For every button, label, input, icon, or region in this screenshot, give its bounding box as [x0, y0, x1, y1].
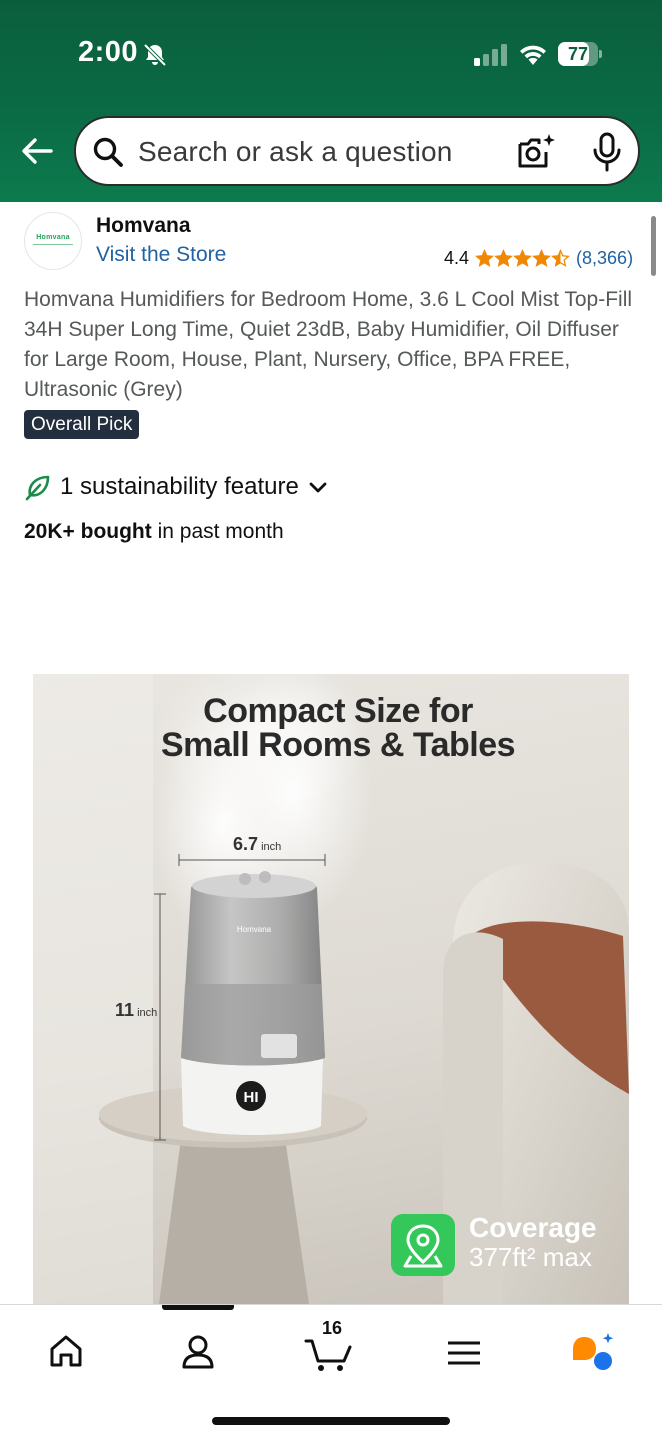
svg-text:Homvana: Homvana [237, 925, 272, 934]
star-icon [532, 248, 551, 267]
cellular-signal-icon [474, 44, 507, 66]
height-unit: inch [134, 1007, 158, 1019]
bought-in-past-month: 20K+ bought in past month [24, 520, 284, 544]
brand-logo-text: Homvana [36, 234, 70, 241]
image-headline-line-1: Compact Size for [203, 692, 473, 730]
camera-icon[interactable] [516, 132, 556, 172]
sustainability-toggle[interactable]: 1 sustainability feature [24, 470, 329, 504]
microphone-icon[interactable] [592, 132, 622, 172]
height-dimension-label: 11 inch [115, 1000, 157, 1021]
height-value: 11 [115, 1000, 135, 1020]
bought-count: 20K+ bought [24, 520, 152, 543]
product-title: Homvana Humidifiers for Bedroom Home, 3.… [24, 288, 633, 401]
chevron-down-icon [309, 482, 327, 493]
bell-off-icon [143, 43, 167, 67]
rufus-assistant-icon[interactable] [564, 1327, 620, 1377]
home-indicator [212, 1417, 450, 1425]
width-unit: inch [258, 841, 282, 853]
coverage-title: Coverage [469, 1212, 597, 1243]
image-headline-line-2: Small Rooms & Tables [160, 726, 516, 764]
product-image-scene: HI Homvana [33, 674, 629, 1304]
active-tab-indicator [162, 1305, 234, 1310]
battery-percent: 77 [567, 44, 589, 64]
leaf-icon [25, 475, 50, 501]
star-icon [475, 248, 494, 267]
svg-text:HI: HI [244, 1089, 259, 1106]
app-header: 2:00 77 Search or ask a question [0, 0, 662, 202]
search-icon [93, 137, 123, 167]
account-icon[interactable] [170, 1327, 226, 1377]
width-value: 6.7 [233, 834, 259, 854]
visit-store-link[interactable]: Visit the Store [96, 243, 226, 267]
search-bar[interactable]: Search or ask a question [74, 116, 640, 186]
search-input[interactable]: Search or ask a question [138, 136, 453, 168]
cart-count-badge: 16 [322, 1318, 343, 1338]
review-count-link[interactable]: (8,366) [576, 248, 633, 269]
status-time: 2:00 [78, 36, 139, 68]
coverage-value: 377ft² max [469, 1242, 592, 1272]
coverage-badge [391, 1214, 455, 1276]
width-dimension-label: 6.7 inch [233, 834, 281, 855]
battery-icon: 77 [558, 42, 602, 66]
menu-icon[interactable] [436, 1327, 492, 1377]
rating-summary[interactable]: 4.4 (8,366) [444, 246, 633, 270]
rating-stars [475, 248, 570, 268]
star-icon [551, 248, 570, 267]
wifi-icon [520, 45, 546, 65]
brand-logo[interactable]: Homvana [24, 212, 82, 270]
rating-value: 4.4 [444, 247, 470, 268]
back-arrow-icon[interactable] [20, 134, 54, 168]
location-pin-icon [403, 1224, 443, 1268]
home-icon[interactable] [38, 1327, 94, 1377]
scrollbar-thumb[interactable] [651, 216, 656, 276]
star-icon [513, 248, 532, 267]
bought-suffix: in past month [151, 520, 284, 543]
star-icon [494, 248, 513, 267]
brand-name: Homvana [96, 214, 191, 237]
sustainability-label: 1 sustainability feature [60, 473, 299, 500]
product-image[interactable]: HI Homvana Compact Size for Small Rooms … [33, 674, 629, 1304]
image-headline: Compact Size for Small Rooms & Tables [33, 694, 629, 762]
overall-pick-badge: Overall Pick [24, 410, 140, 439]
